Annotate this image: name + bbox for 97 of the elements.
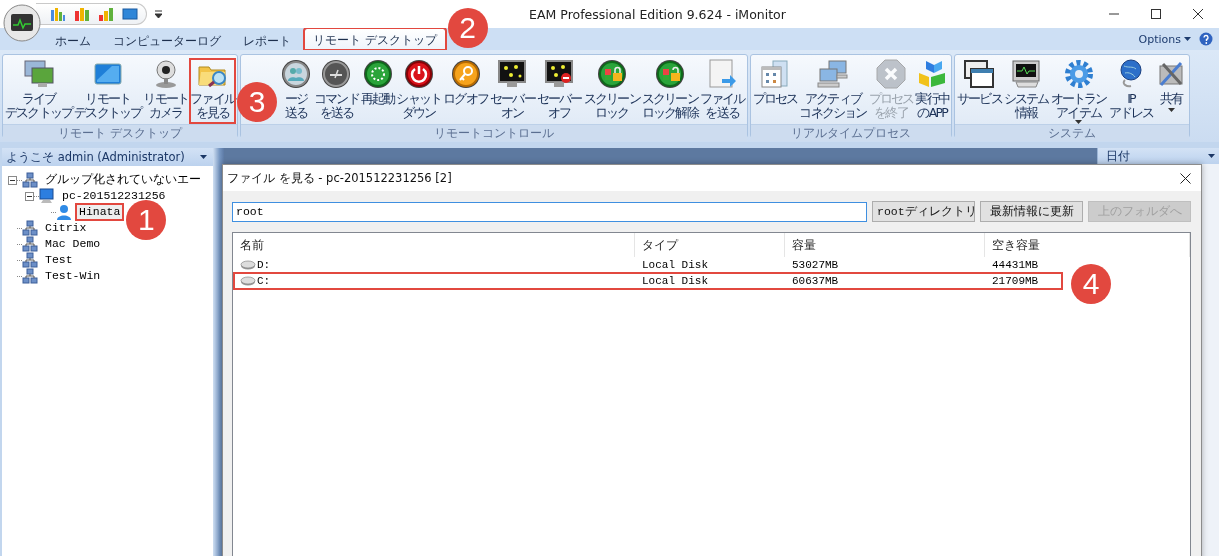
ribbon-button[interactable]: コマンド を送る	[313, 58, 360, 124]
ribbon-button[interactable]: ージ 送る	[279, 58, 314, 124]
ribbon-group-title: システム	[955, 124, 1190, 141]
table-cell: Local Disk	[642, 259, 708, 271]
panel-header: ようこそ admin (Administrator)	[6, 149, 185, 165]
ribbon-button[interactable]: セーバー オフ	[535, 58, 583, 124]
power-icon	[402, 58, 435, 90]
tree-item[interactable]: pc-201512231256	[60, 189, 168, 203]
gear-icon	[1062, 58, 1095, 90]
ribbon-button[interactable]: プロセス	[751, 58, 799, 124]
lock-icon	[595, 58, 628, 90]
tree-item[interactable]: Test	[43, 253, 75, 267]
ribbon-button[interactable]: IP アドレス	[1107, 58, 1155, 124]
windows-icon	[963, 58, 996, 90]
ribbon-tab[interactable]: ホーム	[46, 30, 100, 50]
ribbon-button[interactable]: オートラン アイテム	[1049, 58, 1108, 124]
ribbon-button[interactable]: スクリーン ロック解除	[640, 58, 699, 124]
wave-monitor-icon	[1010, 58, 1043, 90]
network-icon	[22, 172, 38, 188]
caret-icon	[1184, 37, 1191, 41]
ribbon-tab[interactable]: コンピューターログ	[104, 30, 230, 50]
column-header[interactable]: 名前	[233, 233, 635, 257]
path-field[interactable]: root	[232, 201, 867, 222]
dropdown-arrow-icon	[200, 155, 207, 159]
computer-icon	[39, 188, 55, 204]
restart-icon	[361, 58, 394, 90]
column-header[interactable]: 容量	[785, 233, 985, 257]
ribbon-button[interactable]: ログオフ	[442, 58, 490, 124]
ribbon-button[interactable]: 共有	[1154, 58, 1189, 124]
caret-icon	[1167, 108, 1175, 112]
file-name[interactable]: D:	[257, 259, 271, 271]
customize-caret-icon[interactable]	[155, 10, 162, 18]
table-cell: Local Disk	[642, 275, 708, 287]
tree-item[interactable]: グルップ化されていないエー	[43, 173, 203, 187]
tree-item[interactable]: Mac Demo	[43, 237, 103, 251]
dialog-title: ファイル を見る - pc-201512231256 [2]	[227, 170, 452, 186]
terminal-icon	[320, 58, 353, 90]
people-icon	[280, 58, 313, 90]
send-file-icon	[706, 58, 739, 90]
ribbon-button[interactable]: 実行中 のAPP	[914, 58, 950, 124]
table-cell: 21709MB	[992, 275, 1039, 287]
ribbon-button[interactable]: セーバー オン	[489, 58, 536, 124]
column-header[interactable]: 空き容量	[985, 233, 1190, 257]
maximize-icon[interactable]	[1150, 8, 1162, 20]
ribbon-group-title: リモートコントロール	[241, 124, 747, 141]
file-name[interactable]: C:	[257, 275, 271, 287]
network-icon	[22, 220, 38, 236]
ribbon-button[interactable]: サービス	[956, 58, 1003, 124]
close-icon[interactable]	[1192, 8, 1204, 20]
ribbon-button[interactable]: シャット ダウン	[395, 58, 443, 124]
bar-chart-icon[interactable]	[74, 6, 90, 22]
options-menu[interactable]: Options	[1138, 32, 1181, 46]
user-icon	[56, 204, 72, 220]
close-icon[interactable]	[1180, 172, 1191, 184]
close-octagon-icon	[874, 58, 907, 90]
window-title: EAM Professional Edition 9.624 - iMonitor	[528, 6, 787, 22]
ribbon-button[interactable]: リモート カメラ	[142, 58, 190, 124]
table-cell: 60637MB	[792, 275, 839, 287]
key-icon	[449, 58, 482, 90]
help-icon[interactable]	[1199, 32, 1213, 46]
dropdown-arrow-icon	[1208, 154, 1215, 158]
monitors-icon	[22, 58, 55, 90]
ribbon-group-title: リアルタイムプロセス	[750, 124, 951, 141]
disk-drive-icon	[240, 260, 256, 270]
star-monitor-icon	[496, 58, 529, 90]
computers-icon	[816, 58, 849, 90]
table-cell: 44431MB	[992, 259, 1039, 271]
bar-chart-icon[interactable]	[98, 6, 114, 22]
tree-item[interactable]: Citrix	[43, 221, 89, 235]
ribbon-button[interactable]: システム 情報	[1002, 58, 1050, 124]
ribbon-tab[interactable]: レポート	[234, 30, 300, 50]
tree-item[interactable]: Hinata	[77, 205, 123, 219]
star-monitor-off-icon	[543, 58, 576, 90]
bar-chart-icon[interactable]	[50, 6, 66, 22]
ribbon-button[interactable]: ファイル を送る	[698, 58, 746, 124]
ribbon-button[interactable]: アクティブ コネクション	[798, 58, 868, 124]
ribbon-tab[interactable]: リモート デスクトップ	[304, 28, 446, 50]
tree-item[interactable]: Test-Win	[43, 269, 103, 283]
collapse-icon[interactable]	[8, 175, 17, 185]
network-icon	[22, 268, 38, 284]
dialog-button[interactable]: 最新情報に更新	[980, 201, 1083, 222]
table-cell: 53027MB	[792, 259, 839, 271]
network-icon	[22, 252, 38, 268]
ribbon-button[interactable]: ライブ デスクトップ	[4, 58, 74, 124]
ribbon-button[interactable]: 再起動	[359, 58, 396, 124]
ribbon-button[interactable]: リモート デスクトップ	[73, 58, 143, 124]
panel-header: 日付	[1106, 148, 1130, 164]
unlock-icon	[653, 58, 686, 90]
screen-icon[interactable]	[122, 6, 138, 22]
column-header[interactable]: タイプ	[635, 233, 785, 257]
ribbon-button[interactable]: スクリーン ロック	[582, 58, 641, 124]
disk-drive-icon	[240, 276, 256, 286]
dialog-button[interactable]: rootディレクトリ	[872, 201, 975, 222]
window-icon	[758, 58, 791, 90]
collapse-icon[interactable]	[25, 191, 34, 201]
ribbon-group-title: リモート デスクトップ	[3, 124, 238, 141]
network-icon	[22, 236, 38, 252]
